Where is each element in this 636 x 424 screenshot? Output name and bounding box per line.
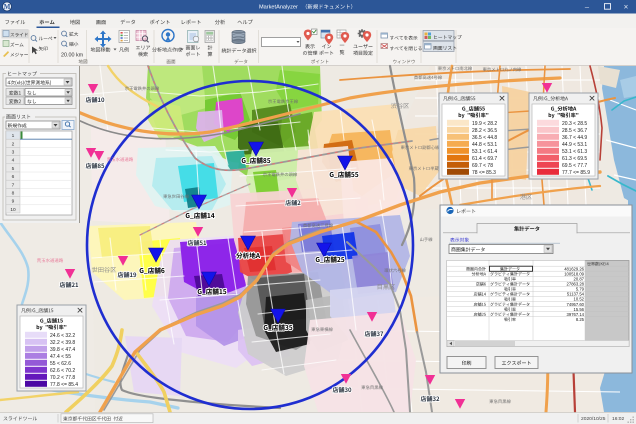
svg-text:7: 7 bbox=[12, 182, 15, 188]
svg-text:MarketAnalyzer: MarketAnalyzer bbox=[259, 5, 298, 11]
svg-text:39.8 < 47.4: 39.8 < 47.4 bbox=[50, 347, 75, 353]
svg-text:1: 1 bbox=[12, 133, 15, 139]
svg-text:69.5 < 77.7: 69.5 < 77.7 bbox=[562, 163, 587, 169]
svg-text:53.1 < 61.3: 53.1 < 61.3 bbox=[562, 149, 587, 155]
svg-text:10: 10 bbox=[10, 207, 16, 213]
svg-text:3: 3 bbox=[12, 150, 15, 156]
svg-text:2: 2 bbox=[12, 141, 15, 147]
svg-text:M: M bbox=[4, 3, 11, 11]
svg-text:5: 5 bbox=[12, 166, 15, 172]
svg-text:9: 9 bbox=[12, 199, 15, 205]
svg-text:77.7 <= 85.9: 77.7 <= 85.9 bbox=[562, 170, 590, 176]
svg-text:24.6 < 32.2: 24.6 < 32.2 bbox=[50, 333, 75, 339]
svg-text:70.2 < 77.8: 70.2 < 77.8 bbox=[50, 375, 75, 381]
svg-text:55 < 62.6: 55 < 62.6 bbox=[50, 361, 71, 367]
svg-text:47.4 < 55: 47.4 < 55 bbox=[50, 354, 71, 360]
svg-text:6: 6 bbox=[12, 174, 15, 180]
svg-text:61.3 < 69.5: 61.3 < 69.5 bbox=[562, 156, 587, 162]
svg-text:44.8 < 53.1: 44.8 < 53.1 bbox=[472, 142, 497, 148]
svg-text:2020/10/25: 2020/10/25 bbox=[581, 416, 606, 422]
svg-text:44.9 < 53.1: 44.9 < 53.1 bbox=[562, 142, 587, 148]
svg-text:28.2 < 36.5: 28.2 < 36.5 bbox=[472, 128, 497, 134]
svg-text:78 <= 85.3: 78 <= 85.3 bbox=[472, 170, 496, 176]
svg-text:20.00 km: 20.00 km bbox=[61, 52, 84, 58]
svg-text:19.9 < 28.2: 19.9 < 28.2 bbox=[472, 121, 497, 127]
svg-text:8.25: 8.25 bbox=[576, 317, 585, 322]
svg-text:8: 8 bbox=[12, 191, 15, 197]
svg-text:36.7 < 44.9: 36.7 < 44.9 bbox=[562, 135, 587, 141]
svg-text:69.7 < 78: 69.7 < 78 bbox=[472, 163, 493, 169]
svg-text:32.2 < 39.8: 32.2 < 39.8 bbox=[50, 340, 75, 346]
svg-text:4: 4 bbox=[12, 158, 15, 164]
svg-text:77.8 <= 85.4: 77.8 <= 85.4 bbox=[50, 382, 78, 388]
svg-text:61.4 < 69.7: 61.4 < 69.7 bbox=[472, 156, 497, 162]
svg-text:53.1 < 61.4: 53.1 < 61.4 bbox=[472, 149, 497, 155]
svg-text:20.3 < 28.5: 20.3 < 28.5 bbox=[562, 121, 587, 127]
svg-text:62.6 < 70.2: 62.6 < 70.2 bbox=[50, 368, 75, 374]
svg-text:×: × bbox=[624, 3, 629, 12]
svg-text:28.5 < 36.7: 28.5 < 36.7 bbox=[562, 128, 587, 134]
svg-text:16:02: 16:02 bbox=[612, 416, 625, 422]
svg-text:36.5 < 44.8: 36.5 < 44.8 bbox=[472, 135, 497, 141]
